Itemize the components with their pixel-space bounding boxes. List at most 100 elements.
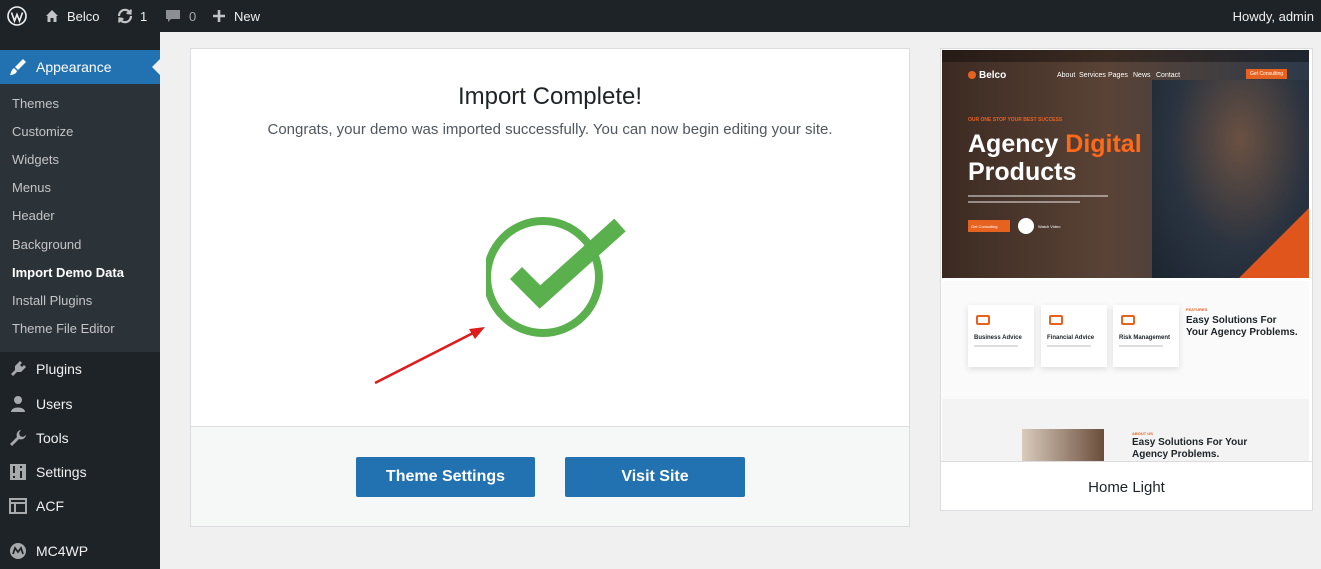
preview-hero-button-label: Get Consulting [971, 224, 998, 229]
settings-icon [9, 463, 27, 481]
appearance-submenu: Themes Customize Widgets Menus Header Ba… [0, 84, 160, 352]
import-complete-title: Import Complete! [457, 83, 643, 110]
success-checkmark-icon [483, 217, 626, 344]
submenu-customize[interactable]: Customize [12, 124, 73, 139]
preview-headline-line1: Agency Digital [968, 130, 1142, 159]
mc4wp-icon [9, 542, 27, 560]
preview-headline-part1: Agency [968, 130, 1066, 158]
menu-plugins[interactable]: Plugins [0, 352, 160, 386]
preview-body-lines [968, 195, 1108, 209]
new-content-link[interactable]: New [212, 0, 260, 32]
hero-orange-corner [1239, 208, 1309, 278]
preview-headline-line2: Products [968, 158, 1077, 186]
menu-settings-label: Settings [36, 464, 87, 480]
comments-count: 0 [189, 8, 197, 24]
preview-feature-card: Risk Management [1113, 305, 1179, 367]
plugin-icon [9, 360, 27, 378]
menu-mc4wp[interactable]: MC4WP [0, 534, 160, 568]
feature-icon [1121, 315, 1135, 325]
demo-card[interactable]: Belco About Services Pages News Contact … [940, 48, 1313, 511]
submenu-themes[interactable]: Themes [12, 96, 59, 111]
preview-nav-news: News [1133, 72, 1151, 79]
wordpress-logo-icon[interactable] [7, 0, 27, 32]
preview-nav-about: About [1057, 72, 1076, 79]
howdy-account[interactable]: Howdy, admin [1233, 0, 1314, 32]
menu-mc4wp-label: MC4WP [36, 543, 89, 559]
preview-features-title: Easy Solutions For Your Agency Problems. [1186, 315, 1298, 338]
menu-plugins-label: Plugins [36, 361, 82, 377]
plus-icon [212, 9, 226, 23]
acf-icon [9, 497, 27, 515]
menu-acf-label: ACF [36, 498, 64, 514]
menu-appearance[interactable]: Appearance [0, 50, 160, 84]
hero-nav: Belco About Services Pages News Contact … [942, 62, 1309, 86]
preview-feature-card: Business Advice [968, 305, 1034, 367]
users-icon [9, 395, 27, 413]
preview-play-icon [1018, 218, 1034, 234]
preview-tagline: OUR ONE STOP YOUR BEST SUCCESS [968, 117, 1063, 123]
feature-line [974, 345, 1018, 347]
menu-users-label: Users [36, 396, 73, 412]
preview-watch-label: Watch Video [1038, 224, 1061, 229]
feature-icon [1049, 315, 1063, 325]
preview-feature-label: Risk Management [1119, 335, 1171, 341]
updates-link[interactable]: 1 [116, 0, 147, 32]
theme-settings-button[interactable]: Theme Settings [356, 457, 535, 497]
preview-about-tag: ABOUT US [1132, 431, 1153, 436]
menu-tools[interactable]: Tools [0, 421, 160, 455]
submenu-import-demo-data[interactable]: Import Demo Data [12, 265, 124, 280]
preview-feature-card: Financial Advice [1041, 305, 1107, 367]
new-label: New [234, 8, 261, 24]
home-icon [44, 8, 60, 24]
comment-icon [165, 8, 181, 24]
about-photo [1022, 429, 1104, 463]
paintbrush-icon [9, 58, 27, 79]
demo-name: Home Light [1088, 479, 1165, 496]
preview-hero-button: Get Consulting [968, 220, 1010, 232]
menu-acf[interactable]: ACF [0, 489, 160, 523]
site-name-link[interactable]: Belco [44, 0, 100, 32]
panel-footer: Theme Settings Visit Site [191, 426, 909, 526]
feature-line [1047, 345, 1091, 347]
submenu-background[interactable]: Background [12, 237, 81, 252]
menu-settings[interactable]: Settings [0, 455, 160, 489]
preview-nav-services: Services [1079, 72, 1106, 79]
preview-features-section: Business Advice Financial Advice Risk Ma… [942, 281, 1309, 399]
import-complete-message: Congrats, your demo was imported success… [267, 121, 833, 138]
preview-feature-label: Financial Advice [1047, 335, 1095, 341]
menu-appearance-label: Appearance [36, 59, 112, 75]
preview-nav-contact: Contact [1156, 72, 1181, 79]
preview-about-title: Easy Solutions For Your Agency Problems. [1132, 437, 1248, 460]
preview-feature-label: Business Advice [974, 335, 1022, 341]
preview-nav-pages: Pages [1108, 72, 1128, 79]
feature-icon [976, 315, 990, 325]
comments-link[interactable]: 0 [165, 0, 196, 32]
admin-sidebar: Appearance Themes Customize Widgets Menu… [0, 32, 160, 569]
submenu-menus[interactable]: Menus [12, 180, 51, 195]
wrench-icon [9, 429, 27, 447]
hero-top-strip [942, 50, 1309, 62]
demo-preview-hero: Belco About Services Pages News Contact … [942, 50, 1309, 278]
preview-headline-highlight: Digital [1065, 130, 1142, 158]
submenu-theme-file-editor[interactable]: Theme File Editor [12, 321, 115, 336]
visit-site-button[interactable]: Visit Site [565, 457, 745, 497]
site-name: Belco [67, 8, 100, 24]
updates-count: 1 [140, 8, 148, 24]
annotation-arrow-icon [371, 319, 491, 394]
submenu-install-plugins[interactable]: Install Plugins [12, 293, 92, 308]
feature-line [1119, 345, 1163, 347]
admin-bar: Belco 1 0 New Howdy, admin [0, 0, 1321, 32]
menu-tools-label: Tools [36, 430, 69, 446]
submenu-widgets[interactable]: Widgets [12, 152, 59, 167]
preview-logo: Belco [979, 70, 1007, 81]
preview-cta: Get Consulting [1246, 69, 1288, 79]
submenu-header[interactable]: Header [12, 208, 55, 223]
preview-features-tag: FEATURES [1186, 307, 1208, 312]
demo-card-footer: Home Light [941, 461, 1312, 510]
menu-users[interactable]: Users [0, 387, 160, 421]
preview-logo-icon [968, 71, 976, 79]
updates-icon [116, 7, 134, 25]
import-complete-panel: Import Complete! Congrats, your demo was… [190, 48, 910, 527]
preview-about-section: ABOUT US Easy Solutions For Your Agency … [942, 399, 1309, 463]
current-menu-arrow [152, 59, 160, 75]
